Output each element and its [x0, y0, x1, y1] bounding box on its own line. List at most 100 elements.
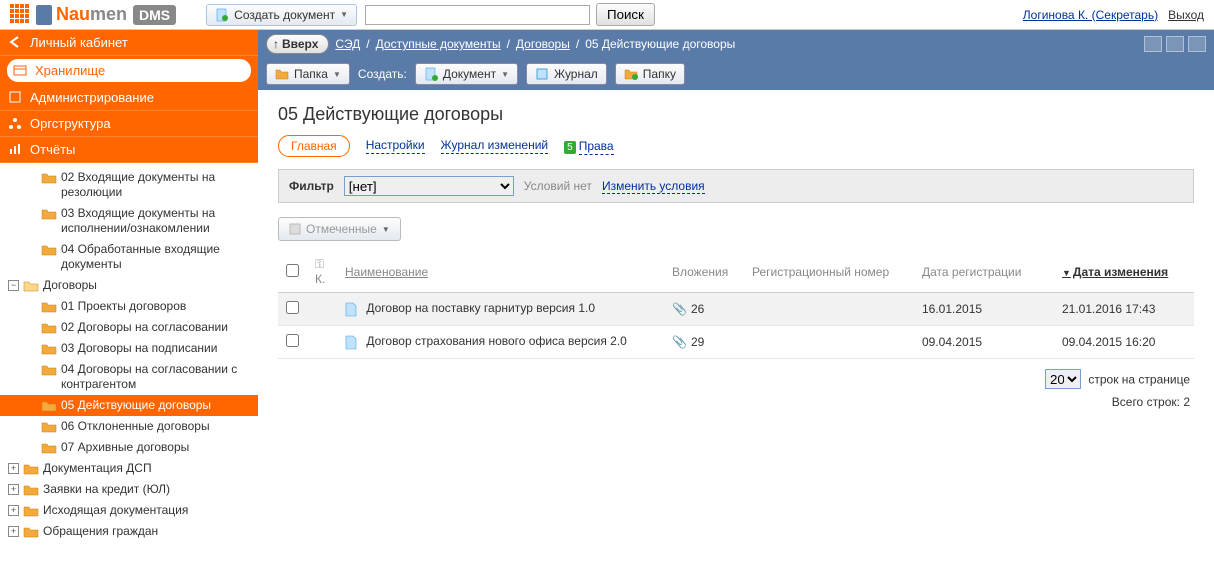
tree-item[interactable]: 06 Отклоненные договоры — [0, 416, 258, 437]
col-attach[interactable]: Вложения — [672, 265, 728, 279]
tree-item[interactable]: + Заявки на кредит (ЮЛ) — [0, 479, 258, 500]
rows-per-page-select[interactable]: 20 — [1045, 369, 1081, 389]
top-bar: Naumen DMS Создать документ ▼ Поиск Логи… — [0, 0, 1214, 30]
storage-icon — [13, 63, 27, 77]
search-input[interactable] — [365, 5, 590, 25]
tree-expander[interactable]: + — [8, 526, 19, 537]
folder-icon — [41, 420, 57, 433]
tree-label: Исходящая документация — [43, 503, 188, 518]
tree-expander[interactable]: + — [8, 484, 19, 495]
folder-tree[interactable]: 02 Входящие документы на резолюции 03 Вх… — [0, 163, 258, 564]
marked-button[interactable]: Отмеченные ▼ — [278, 217, 401, 241]
nav-reports-label: Отчёты — [30, 142, 75, 157]
filter-label: Фильтр — [289, 179, 334, 193]
col-k[interactable]: К. — [315, 272, 325, 286]
tab-log[interactable]: Журнал изменений — [441, 138, 549, 154]
up-label: Вверх — [282, 37, 318, 51]
tab-main[interactable]: Главная — [278, 135, 350, 157]
col-regnum[interactable]: Регистрационный номер — [752, 265, 889, 279]
logo-text: Naumen — [56, 4, 127, 25]
folder-icon — [41, 342, 57, 355]
row-checkbox[interactable] — [286, 334, 299, 347]
flag-icon[interactable] — [1188, 36, 1206, 52]
tree-item-selected[interactable]: 05 Действующие договоры — [0, 395, 258, 416]
tab-rights[interactable]: 5Права — [564, 139, 613, 153]
nav-personal[interactable]: Личный кабинет — [0, 30, 258, 56]
tree-item[interactable]: 04 Договоры на согласовании с контрагент… — [0, 359, 258, 395]
tree-label: 02 Входящие документы на резолюции — [61, 170, 254, 200]
row-checkbox[interactable] — [286, 301, 299, 314]
search-button[interactable]: Поиск — [596, 3, 655, 26]
table-row[interactable]: Договор на поставку гарнитур версия 1.0 … — [278, 293, 1194, 326]
pager: 20 строк на странице Всего строк: 2 — [278, 359, 1194, 419]
filter-change-link[interactable]: Изменить условия — [602, 179, 705, 194]
tab-settings[interactable]: Настройки — [366, 138, 425, 154]
folder-menu-button[interactable]: Папка ▼ — [266, 63, 350, 85]
tree-item-contracts[interactable]: − Договоры — [0, 275, 258, 296]
filter-select[interactable]: [нет] — [344, 176, 514, 196]
tree-item[interactable]: + Документация ДСП — [0, 458, 258, 479]
user-link[interactable]: Логинова К. (Секретарь) — [1023, 8, 1158, 22]
folder-icon — [41, 321, 57, 334]
col-moddate[interactable]: Дата изменения — [1073, 265, 1168, 279]
crumb-contracts[interactable]: Договоры — [516, 37, 570, 51]
tree-expander[interactable]: + — [8, 463, 19, 474]
create-journal-button[interactable]: Журнал — [526, 63, 607, 85]
tree-expander — [26, 172, 37, 183]
filter-no-conditions: Условий нет — [524, 179, 592, 193]
tab-rights-label: Права — [579, 139, 614, 155]
create-document-label: Документ — [443, 67, 496, 81]
tree-item[interactable]: 02 Договоры на согласовании — [0, 317, 258, 338]
folder-icon — [41, 441, 57, 454]
logo-doc-icon — [36, 5, 52, 25]
tree-label: Договоры — [43, 278, 97, 293]
tree-item[interactable]: 02 Входящие документы на резолюции — [0, 167, 258, 203]
folder-plus-icon — [624, 68, 638, 80]
logo-grid-icon — [10, 4, 32, 26]
dropdown-icon: ▼ — [382, 225, 390, 234]
tree-label: 02 Договоры на согласовании — [61, 320, 228, 335]
tree-item[interactable]: 01 Проекты договоров — [0, 296, 258, 317]
crumb-current: 05 Действующие договоры — [585, 37, 735, 51]
tree-item[interactable]: 03 Входящие документы на исполнении/озна… — [0, 203, 258, 239]
create-document-label: Создать документ — [234, 8, 335, 22]
star-icon[interactable] — [1166, 36, 1184, 52]
logo[interactable]: Naumen DMS — [10, 4, 176, 26]
crumb-root[interactable]: СЭД — [335, 37, 360, 51]
tree-label: Заявки на кредит (ЮЛ) — [43, 482, 170, 497]
paperclip-icon: 📎 — [672, 302, 687, 316]
col-regdate[interactable]: Дата регистрации — [922, 265, 1021, 279]
tree-expander[interactable]: − — [8, 280, 19, 291]
create-doc-icon — [215, 8, 229, 22]
logout-link[interactable]: Выход — [1168, 8, 1204, 22]
crumb-tools — [1144, 36, 1206, 52]
tree-item[interactable]: + Исходящая документация — [0, 500, 258, 521]
col-name[interactable]: Наименование — [345, 265, 428, 279]
folder-label: Папка — [294, 67, 328, 81]
folder-icon — [23, 462, 39, 475]
table-row[interactable]: Договор страхования нового офиса версия … — [278, 326, 1194, 359]
tree-item[interactable]: 03 Договоры на подписании — [0, 338, 258, 359]
barcode-icon[interactable] — [1144, 36, 1162, 52]
folder-icon — [23, 504, 39, 517]
tree-item[interactable]: 07 Архивные договоры — [0, 437, 258, 458]
nav-reports[interactable]: Отчёты — [0, 137, 258, 163]
select-all-checkbox[interactable] — [286, 264, 299, 277]
create-document-button[interactable]: Документ ▼ — [415, 63, 518, 85]
nav-admin[interactable]: Администрирование — [0, 85, 258, 111]
create-document-button[interactable]: Создать документ ▼ — [206, 4, 357, 26]
tree-expander[interactable]: + — [8, 505, 19, 516]
crumb-avail[interactable]: Доступные документы — [376, 37, 501, 51]
create-folder-button[interactable]: Папку — [615, 63, 685, 85]
tree-item[interactable]: + Обращения граждан — [0, 521, 258, 542]
nav-storage[interactable]: Хранилище — [6, 58, 252, 83]
nav-org[interactable]: Оргструктура — [0, 111, 258, 137]
sort-desc-icon: ▼ — [1062, 268, 1071, 278]
reports-icon — [8, 142, 22, 156]
nav-storage-label: Хранилище — [35, 63, 105, 78]
paperclip-icon: 📎 — [672, 335, 687, 349]
tree-item[interactable]: 04 Обработанные входящие документы — [0, 239, 258, 275]
up-button[interactable]: ↑ Вверх — [266, 34, 329, 54]
create-journal-label: Журнал — [554, 67, 598, 81]
folder-icon — [275, 68, 289, 80]
